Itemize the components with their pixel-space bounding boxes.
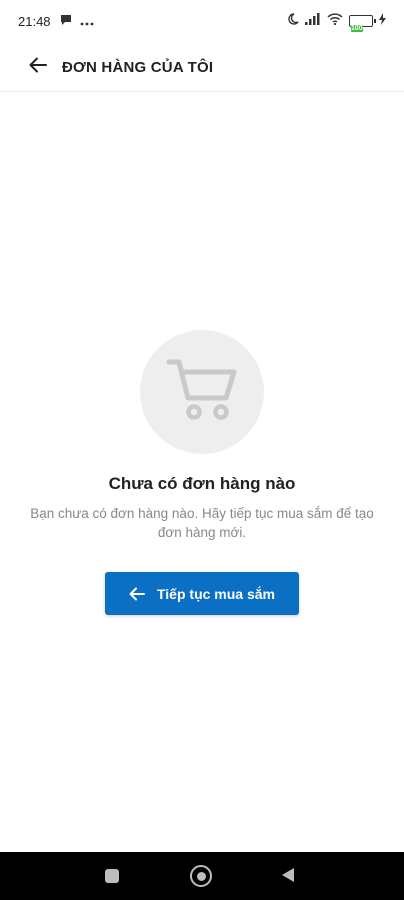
- status-system-icons: 100: [287, 12, 386, 32]
- status-notification-icons: [60, 13, 94, 31]
- battery-level: 100: [351, 25, 363, 32]
- signal-icon: [305, 12, 321, 30]
- system-back-button[interactable]: [281, 867, 295, 888]
- empty-orders-state: Chưa có đơn hàng nào Bạn chưa có đơn hàn…: [0, 330, 404, 615]
- continue-shopping-button[interactable]: Tiếp tục mua sắm: [105, 572, 299, 615]
- home-button[interactable]: [190, 865, 212, 887]
- charging-bolt-icon: [379, 12, 386, 30]
- more-dots-icon: [80, 13, 94, 31]
- empty-description: Bạn chưa có đơn hàng nào. Hãy tiếp tục m…: [30, 506, 374, 540]
- page-title: ĐƠN HÀNG CỦA TÔI: [62, 59, 214, 76]
- moon-icon: [287, 12, 299, 30]
- battery-icon: 100: [349, 15, 376, 32]
- wifi-icon: [327, 12, 343, 30]
- app-bar: ĐƠN HÀNG CỦA TÔI: [0, 44, 404, 92]
- recent-apps-button[interactable]: [105, 869, 119, 883]
- status-bar: 21:48 100: [0, 0, 404, 44]
- arrow-left-icon: [28, 55, 48, 80]
- cart-illustration: [140, 330, 264, 454]
- system-nav-bar: [0, 852, 404, 900]
- triangle-back-icon: [281, 868, 295, 887]
- continue-shopping-label: Tiếp tục mua sắm: [156, 585, 275, 602]
- empty-title: Chưa có đơn hàng nào: [108, 474, 296, 493]
- home-circle-icon: [196, 871, 206, 881]
- arrow-left-icon: [129, 587, 145, 601]
- back-button[interactable]: [18, 48, 58, 88]
- chat-bubble-icon: [60, 13, 72, 31]
- status-time: 21:48: [18, 14, 51, 29]
- shopping-cart-icon: [166, 358, 238, 427]
